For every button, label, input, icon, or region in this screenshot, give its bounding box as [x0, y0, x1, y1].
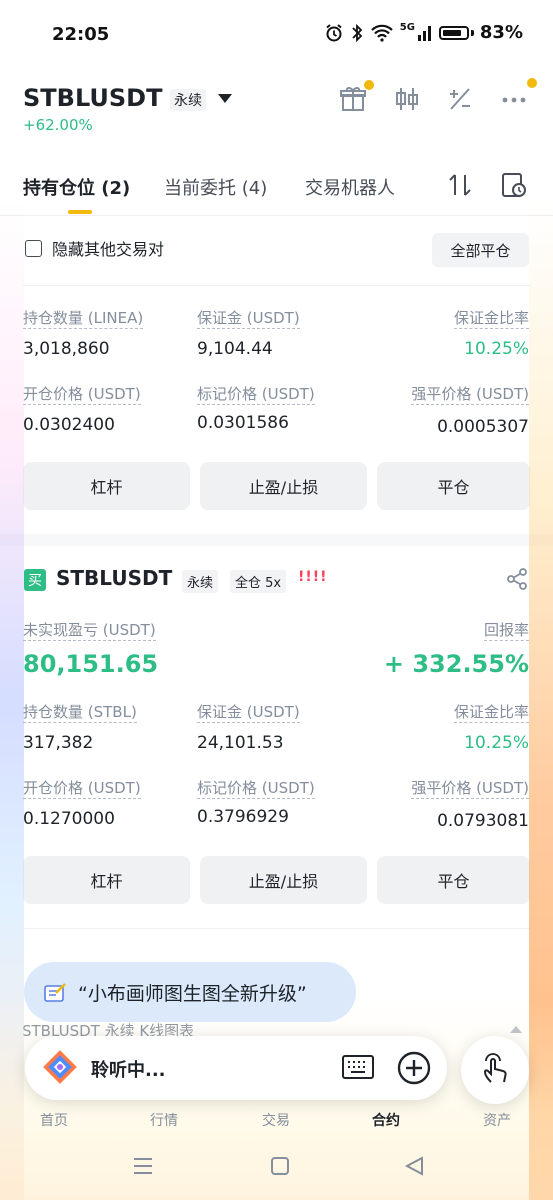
- position1-entry-price: 0.0302400: [23, 415, 115, 435]
- position1-margin: 9,104.44: [197, 339, 273, 359]
- listening-status: 聆听中...: [91, 1060, 166, 1081]
- gesture-button[interactable]: [461, 1036, 529, 1104]
- buy-side-badge: 买: [24, 569, 46, 591]
- gift-icon[interactable]: [336, 80, 374, 116]
- nav-assets[interactable]: 资产: [483, 1110, 511, 1130]
- divider: [23, 928, 530, 929]
- position1-qty: 3,018,860: [23, 339, 110, 359]
- expand-chart-icon[interactable]: [510, 1026, 522, 1033]
- nav-markets[interactable]: 行情: [150, 1110, 178, 1130]
- close-all-button[interactable]: 全部平仓: [432, 233, 529, 267]
- position2-entry-label: 开仓价格 (USDT): [23, 779, 141, 799]
- position2-contract-type: 永续: [182, 570, 219, 593]
- assistant-logo-icon: [43, 1050, 77, 1084]
- section-separator: [0, 534, 553, 546]
- position2-margin: 24,101.53: [197, 733, 284, 753]
- position2-entry-price: 0.1270000: [23, 809, 115, 829]
- position1-tpsl-button[interactable]: 止盈/止损: [200, 462, 367, 510]
- tab-open-orders[interactable]: 当前委托 (4): [164, 174, 267, 200]
- position1-margin-label: 保证金 (USDT): [197, 309, 300, 329]
- bluetooth-icon: [352, 23, 363, 42]
- position1-liq-label: 强平价格 (USDT): [411, 385, 529, 405]
- position2-liq-label: 强平价格 (USDT): [411, 779, 529, 799]
- price-change: +62.00%: [23, 116, 93, 134]
- tap-gesture-icon: [483, 1053, 507, 1083]
- position1-liq-price: 0.0005307: [437, 417, 529, 437]
- position2-liq-price: 0.0793081: [437, 811, 529, 831]
- nav-trade[interactable]: 交易: [262, 1110, 290, 1130]
- position2-roe: + 332.55%: [383, 650, 529, 678]
- position2-mark-price: 0.3796929: [197, 807, 289, 827]
- position2-qty-label: 持仓数量 (STBL): [23, 703, 137, 723]
- assistant-glow-right: [529, 200, 553, 1200]
- contract-type-tag: 永续: [170, 89, 206, 111]
- menu-nav-icon[interactable]: [132, 1156, 154, 1176]
- sort-icon[interactable]: [446, 171, 474, 203]
- position1-leverage-button[interactable]: 杠杆: [23, 462, 190, 510]
- risk-warning: !!!!: [298, 569, 328, 585]
- calculator-icon[interactable]: [443, 82, 477, 116]
- position2-mark-label: 标记价格 (USDT): [197, 779, 315, 799]
- position1-mark-price: 0.0301586: [197, 413, 289, 433]
- assistant-glow-left: [0, 200, 24, 1200]
- position2-margin-label: 保证金 (USDT): [197, 703, 300, 723]
- tab-positions[interactable]: 持有仓位 (2): [23, 174, 130, 200]
- network-type: 5G: [399, 22, 415, 33]
- position2-margin-ratio: 10.25%: [464, 733, 529, 753]
- position2-margin-ratio-label: 保证金比率: [453, 703, 529, 723]
- divider: [23, 285, 530, 286]
- position1-entry-label: 开仓价格 (USDT): [23, 385, 141, 405]
- history-icon[interactable]: [500, 171, 528, 203]
- signal-icon: [417, 25, 431, 41]
- assistant-suggestion-text: “小布画师图生图全新升级”: [78, 982, 307, 1005]
- position2-leverage-button[interactable]: 杠杆: [23, 856, 190, 904]
- home-nav-icon[interactable]: [270, 1156, 290, 1176]
- system-nav-bar: [0, 1150, 553, 1190]
- position1-close-button[interactable]: 平仓: [377, 462, 530, 510]
- nav-home[interactable]: 首页: [40, 1110, 68, 1130]
- notepad-icon: [44, 983, 66, 1002]
- hide-other-pairs-toggle[interactable]: 隐藏其他交易对: [25, 236, 164, 260]
- position2-margin-mode: 全仓 5x: [230, 570, 287, 593]
- share-icon[interactable]: [505, 567, 529, 595]
- hide-other-pairs-label: 隐藏其他交易对: [52, 240, 165, 259]
- wifi-icon: [370, 24, 393, 42]
- position2-unrealized-pnl: 80,151.65: [23, 650, 159, 678]
- tab-trading-bots[interactable]: 交易机器人: [305, 174, 395, 200]
- active-tab-indicator: [68, 210, 92, 214]
- position2-roe-label: 回报率: [483, 621, 529, 641]
- position1-margin-ratio: 10.25%: [464, 339, 529, 359]
- position1-margin-ratio-label: 保证金比率: [453, 309, 529, 329]
- keyboard-icon[interactable]: [341, 1052, 375, 1082]
- position2-qty: 317,382: [23, 733, 94, 753]
- more-icon[interactable]: [497, 78, 537, 116]
- position2-pnl-label: 未实现盈亏 (USDT): [23, 621, 156, 641]
- alarm-icon: [326, 23, 342, 41]
- position1-mark-label: 标记价格 (USDT): [197, 385, 315, 405]
- battery-level: 83%: [479, 22, 523, 43]
- status-time: 22:05: [52, 24, 110, 45]
- assistant-suggestion-banner[interactable]: “小布画师图生图全新升级”: [24, 962, 356, 1022]
- back-nav-icon[interactable]: [404, 1156, 426, 1176]
- symbol-dropdown-icon[interactable]: [218, 94, 232, 103]
- candlestick-chart-icon[interactable]: [390, 82, 424, 116]
- position2-close-button[interactable]: 平仓: [377, 856, 530, 904]
- nav-futures[interactable]: 合约: [372, 1110, 400, 1130]
- position1-qty-label: 持仓数量 (LINEA): [23, 309, 144, 329]
- add-icon[interactable]: [396, 1050, 432, 1086]
- voice-assistant-bar[interactable]: 聆听中...: [25, 1036, 447, 1100]
- position2-symbol[interactable]: STBLUSDT: [56, 566, 172, 590]
- status-bar: 22:05 5G 83%: [0, 0, 553, 70]
- status-icons: 5G 83%: [324, 22, 523, 43]
- battery-icon: [438, 25, 469, 40]
- symbol-title[interactable]: STBLUSDT: [23, 84, 162, 112]
- hide-other-pairs-checkbox[interactable]: [25, 239, 42, 257]
- position2-tpsl-button[interactable]: 止盈/止损: [200, 856, 367, 904]
